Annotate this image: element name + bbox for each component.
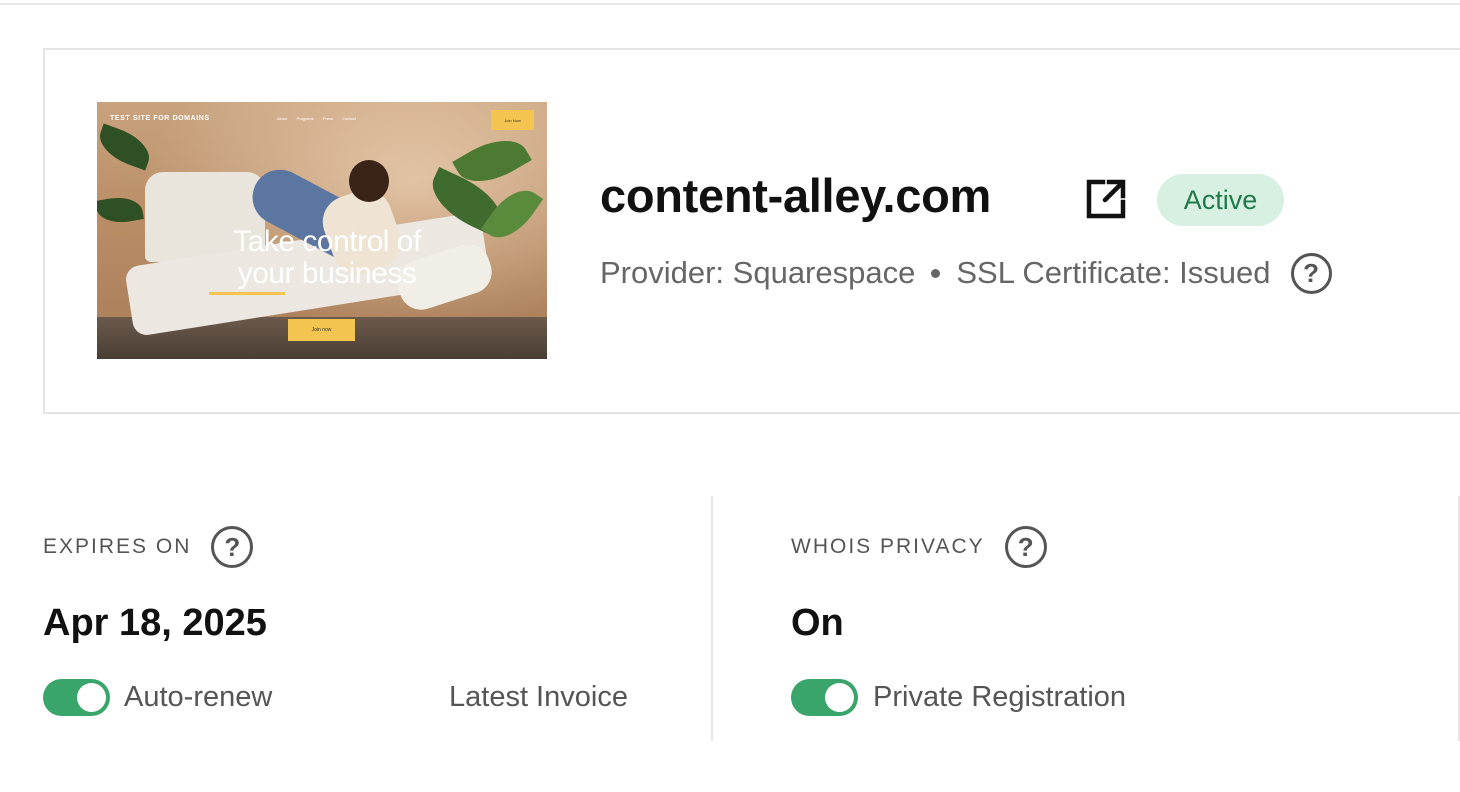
auto-renew-toggle[interactable] (43, 679, 110, 716)
expires-date: Apr 18, 2025 (43, 602, 267, 644)
domain-name: content-alley.com (600, 169, 992, 222)
status-badge: Active (1157, 174, 1284, 226)
toggle-knob (825, 683, 854, 712)
domain-meta: Provider: Squarespace SSL Certificate: I… (600, 252, 1332, 294)
thumbnail-nav: About Programs Press Contact (277, 116, 356, 121)
expires-section-label: EXPIRES ON ? (43, 526, 254, 568)
expires-label: EXPIRES ON (43, 535, 192, 558)
thumbnail-nav-item: Contact (342, 116, 356, 121)
thumbnail-join-button: Join Now (491, 110, 534, 130)
thumbnail-site-name: TEST SITE FOR DOMAINS (110, 115, 210, 122)
private-registration-label: Private Registration (873, 681, 1127, 713)
thumbnail-cta-button: Join now (288, 319, 355, 341)
toggle-knob (77, 683, 106, 712)
thumbnail-nav-item: Programs (296, 116, 314, 121)
provider-text: Provider: Squarespace (600, 255, 916, 290)
whois-privacy-value: On (791, 602, 844, 644)
private-registration-toggle[interactable] (791, 679, 858, 716)
thumbnail-hero-line: your business (237, 257, 417, 290)
thumbnail-hero-text: Take control of your business (197, 226, 457, 290)
thumbnail-nav-item: Press (322, 116, 334, 121)
whois-label: WHOIS PRIVACY (791, 535, 985, 558)
ssl-status-text: SSL Certificate: Issued (956, 255, 1271, 290)
top-divider (0, 3, 1460, 5)
thumbnail-hero-line: Take control of (233, 225, 421, 258)
separator-dot (931, 268, 941, 278)
thumbnail-nav-item: About (277, 116, 288, 121)
latest-invoice-link[interactable]: Latest Invoice (449, 679, 628, 715)
ssl-help-icon[interactable]: ? (1290, 252, 1332, 294)
person-head (349, 160, 389, 202)
auto-renew-label: Auto-renew (124, 681, 273, 713)
site-thumbnail[interactable]: TEST SITE FOR DOMAINS About Programs Pre… (97, 102, 547, 359)
external-link-icon[interactable] (1085, 178, 1127, 220)
thumbnail-hero-underline (209, 292, 285, 295)
whois-help-icon[interactable]: ? (1004, 526, 1047, 568)
section-divider (711, 496, 713, 741)
whois-section-label: WHOIS PRIVACY ? (791, 526, 1047, 568)
expires-help-icon[interactable]: ? (211, 526, 254, 568)
